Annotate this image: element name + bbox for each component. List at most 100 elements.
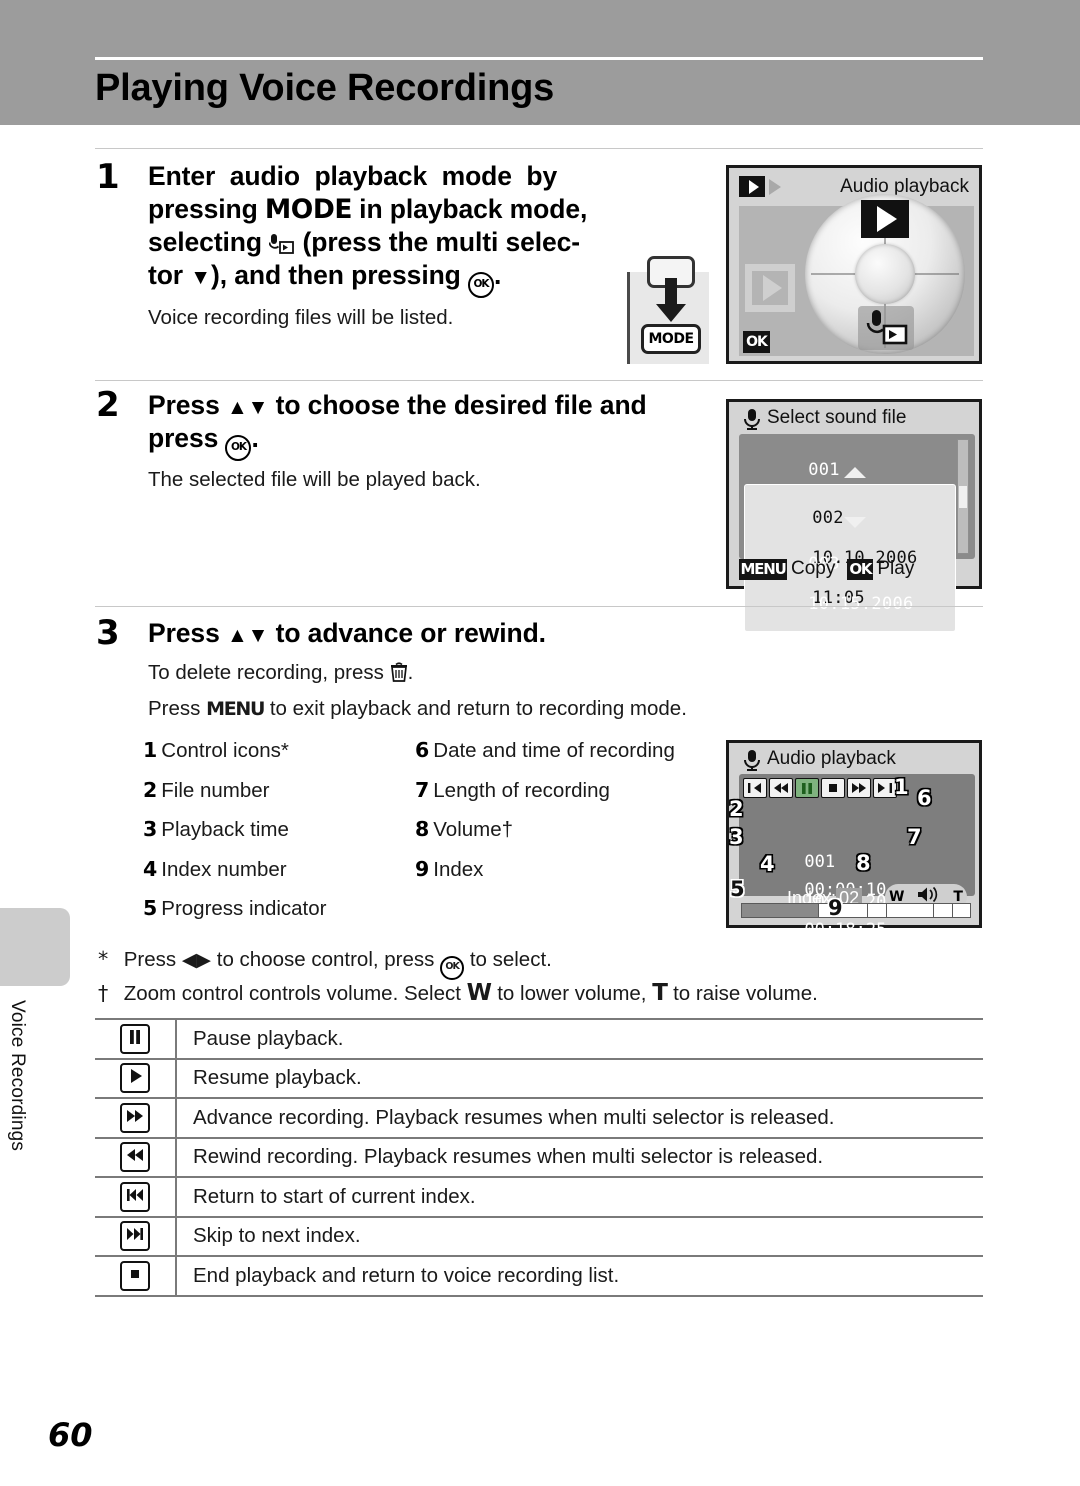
- index-segment: [819, 904, 869, 917]
- menu-tag: MENU: [739, 558, 787, 580]
- footnote-star-text-a: Press: [123, 948, 177, 971]
- legend-num: 4: [143, 856, 158, 881]
- step-body-3b: Press MENU to exit playback and return t…: [148, 695, 687, 723]
- fast-forward-icon: [120, 1102, 150, 1133]
- sidebar-section-label: Voice Recordings: [7, 1000, 28, 1152]
- index-segment: [887, 904, 935, 917]
- footnote-star-mark: *: [98, 947, 109, 971]
- table-row: Advance recording. Playback resumes when…: [95, 1097, 983, 1138]
- tele-zoom-label: T: [652, 980, 668, 1006]
- scroll-up-caret-icon: [844, 467, 866, 478]
- icon-cell: [95, 1215, 177, 1256]
- step1-line1: Enter audio playback mode by: [148, 161, 558, 191]
- description-cell: Advance recording. Playback resumes when…: [176, 1097, 983, 1138]
- lcd2-title: Select sound file: [767, 407, 907, 428]
- file-number: 002: [812, 508, 844, 528]
- icon-cell: [95, 1255, 177, 1297]
- skip-forward-icon: [120, 1221, 150, 1252]
- sound-file-list[interactable]: 001 10.10.2006 10:30 002 10.10.2006 11:0…: [739, 434, 975, 654]
- scrollbar-thumb[interactable]: [959, 486, 967, 508]
- step3-line1: Press ▲▼ to advance or rewind.: [148, 618, 546, 648]
- file-time: 10:05: [808, 634, 861, 654]
- legend-num: 5: [143, 896, 158, 920]
- operations-table: Pause playback. Resume playback. Advance…: [95, 1018, 983, 1297]
- footnote-star: * Press ◀▶ to choose control, press OK t…: [98, 946, 998, 980]
- callout-1: 1: [894, 775, 909, 799]
- footnote-star-text-b: to choose control, press: [216, 948, 435, 971]
- playback-mode-secondary-icon: [769, 179, 781, 195]
- step-heading-1: Enter audio playback mode by pressing MO…: [148, 160, 614, 298]
- icon-cell: [95, 1018, 177, 1059]
- lcd2-footer: MENU Copy OK Play: [739, 558, 914, 580]
- stop-icon[interactable]: [821, 778, 845, 798]
- icon-cell: [95, 1057, 177, 1098]
- file-number: 001: [808, 460, 840, 480]
- table-row: Skip to next index.: [95, 1215, 983, 1256]
- step1-line2: pressing MODE in playback mode,: [148, 194, 588, 225]
- footnote-star-text-c: to select.: [469, 948, 552, 971]
- control-icons-row: [743, 778, 897, 798]
- progress-fill: [742, 904, 819, 917]
- up-down-triangles-icon-2: ▲▼: [226, 396, 269, 419]
- icon-cell: [95, 1136, 177, 1177]
- legend-num: 1: [143, 738, 158, 762]
- step1-line3: selecting (press the multi selec-: [148, 227, 581, 257]
- description-cell: Rewind recording. Playback resumes when …: [176, 1136, 983, 1177]
- step2-line1: Press ▲▼ to choose the desired file and: [148, 390, 647, 420]
- step-heading-2: Press ▲▼ to choose the desired file and …: [148, 389, 714, 461]
- legend-item-7: 7 Length of recording: [415, 771, 675, 811]
- legend-text: Index: [433, 857, 484, 881]
- ok-button-icon-2: OK: [225, 435, 252, 461]
- stop-icon: [120, 1260, 150, 1291]
- footnote-dagger-text-c: to raise volume.: [673, 982, 818, 1005]
- legend-item-2: 2 File number: [143, 771, 326, 811]
- lcd1-ok-tag: OK: [743, 331, 770, 353]
- legend-item-4: 4 Index number: [143, 850, 326, 890]
- fast-forward-icon[interactable]: [847, 778, 871, 798]
- page-title: Playing Voice Recordings: [95, 67, 555, 109]
- footnote-dagger-mark: †: [98, 981, 109, 1005]
- legend-num: 8: [415, 817, 430, 841]
- step-body-1: Voice recording files will be listed.: [148, 306, 454, 329]
- skip-back-icon[interactable]: [743, 778, 767, 798]
- legend-item-3: 3 Playback time: [143, 810, 326, 850]
- step-heading-3: Press ▲▼ to advance or rewind.: [148, 617, 708, 650]
- scroll-down-caret-icon: [844, 517, 866, 528]
- legend-num: 2: [143, 777, 158, 802]
- step-divider-2: [95, 380, 983, 381]
- step-divider-1: [95, 148, 983, 149]
- index-segment: [953, 904, 970, 917]
- legend-item-6: 6 Date and time of recording: [415, 731, 675, 771]
- footnote-dagger-text-a: Zoom control controls volume. Select: [123, 982, 461, 1005]
- legend-num: 6: [415, 738, 430, 762]
- recording-length-value: 00:18:25: [804, 920, 887, 940]
- callout-8: 8: [856, 851, 871, 875]
- pause-icon[interactable]: [795, 778, 819, 798]
- legend-item-5: 5 Progress indicator: [143, 889, 326, 929]
- step-number-3: 3: [96, 613, 120, 653]
- dial-play-icon: [861, 200, 909, 238]
- voice-recording-mode-icon: [268, 230, 295, 254]
- file-date: 10.15.2006: [808, 594, 914, 614]
- description-cell: Resume playback.: [176, 1057, 983, 1098]
- list-item[interactable]: 003 10.15.2006 10:05: [745, 534, 953, 674]
- description-cell: End playback and return to voice recordi…: [176, 1255, 983, 1297]
- list-scrollbar[interactable]: [957, 439, 969, 554]
- footnotes: * Press ◀▶ to choose control, press OK t…: [98, 946, 998, 1007]
- table-row: Rewind recording. Playback resumes when …: [95, 1136, 983, 1177]
- legend-num: 7: [415, 777, 430, 802]
- playback-mode-icon: [739, 176, 765, 197]
- mode-button-label: MODE: [641, 324, 701, 354]
- icon-cell: [95, 1176, 177, 1217]
- mode-button-illustration: MODE: [627, 256, 709, 364]
- lcd3-panel: 001 10.10.2006 10:30 00:00:10 / 00:18:25…: [739, 774, 975, 952]
- menu-keyword: MENU: [206, 698, 265, 720]
- legend-text: Length of recording: [433, 778, 610, 802]
- up-down-triangles-icon-3: ▲▼: [226, 624, 269, 647]
- ok-action-label: Play: [877, 558, 915, 579]
- header-divider-rule: [95, 57, 983, 60]
- lcd1-large-play-icon: [745, 264, 795, 312]
- callout-7: 7: [907, 825, 922, 849]
- rewind-icon[interactable]: [769, 778, 793, 798]
- lcd-audio-playback-mode: Audio playback OK: [726, 165, 982, 364]
